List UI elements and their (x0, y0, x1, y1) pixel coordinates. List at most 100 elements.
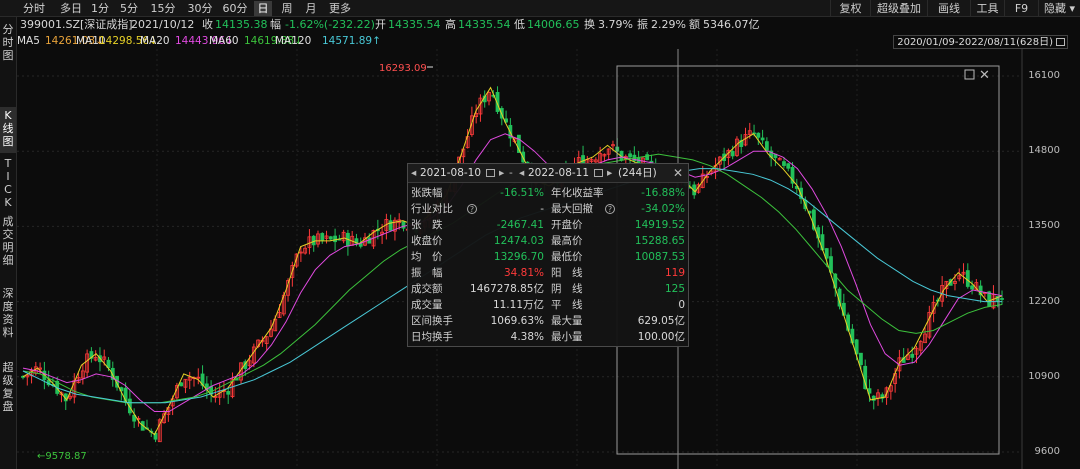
stat-value: 119 (664, 267, 685, 279)
tool-button-5[interactable]: 隐藏 ▾ (1038, 0, 1080, 17)
tab-timeframe-0[interactable]: 分时 (19, 1, 49, 16)
tab-timeframe-5[interactable]: 30分 (184, 1, 216, 16)
calendar-icon[interactable] (486, 169, 495, 177)
left-tab-0[interactable]: 分时图 (0, 21, 16, 67)
date-range-text: 2020/01/09-2022/08/11(628日) (897, 37, 1053, 48)
change-value: -1.62%(-232.22) (285, 18, 375, 31)
candle-body (910, 353, 915, 358)
stat-value: - (540, 203, 544, 215)
tool-button-3[interactable]: 工具 (970, 0, 1004, 17)
popup-row: 张 跌 -2467.41 开盘价 14919.52 (408, 218, 688, 233)
start-date[interactable]: 2021-08-10 (420, 164, 481, 182)
y-tick-label: 16100 (1028, 70, 1060, 81)
tab-timeframe-10[interactable]: 更多 (326, 1, 354, 16)
left-tab-3[interactable]: 成交明细 (0, 213, 16, 277)
left-tab-char: 度 (2, 300, 14, 313)
left-tab-2[interactable]: TICK (0, 155, 16, 209)
tab-timeframe-4[interactable]: 15分 (147, 1, 179, 16)
amount-label: 额 (689, 18, 700, 31)
popup-row: 成交量 11.11万亿平 线 0 (408, 298, 688, 313)
candle-body (756, 132, 761, 138)
left-tab-char: 复 (2, 387, 14, 400)
tab-timeframe-9[interactable]: 月 (302, 1, 320, 16)
tool-button-2[interactable]: 画线 (927, 0, 970, 17)
left-tab-char: 线 (2, 122, 14, 135)
candle-body (782, 161, 786, 166)
stat-label: 阴 线 (551, 283, 583, 295)
tab-timeframe-7[interactable]: 日 (254, 1, 272, 16)
popup-row: 区间换手 1069.63% 最大量 629.05亿 (408, 314, 688, 329)
left-tab-5[interactable]: 超级复盘 (0, 359, 16, 433)
quote-date: 2021/10/12 (131, 18, 195, 31)
candle-body (401, 221, 406, 229)
day-count: (244日) (618, 167, 657, 179)
stat-value: 125 (664, 283, 685, 295)
tab-timeframe-1[interactable]: 多日 (56, 1, 86, 16)
left-tab-char: 细 (2, 254, 14, 267)
candle-body (628, 153, 632, 158)
left-tab-char: K (4, 109, 12, 122)
stat-label: 最大量 (551, 315, 583, 327)
stat-label: 成交量 (411, 299, 443, 311)
y-tick-label: 14800 (1028, 145, 1060, 157)
stat-value: 0 (678, 299, 685, 311)
date-range-selector[interactable]: 2020/01/09-2022/08/11(628日) (893, 35, 1068, 49)
left-tab-1[interactable]: K线图 (0, 107, 16, 153)
end-date[interactable]: 2022-08-11 (528, 164, 589, 182)
left-tab-char: 明 (2, 241, 14, 254)
calendar-icon[interactable] (594, 169, 603, 177)
prev-right-icon[interactable]: ◂ (519, 164, 524, 182)
close-selection-icon[interactable]: ✕ (979, 68, 990, 83)
popup-row: 成交额 1467278.85亿阴 线 125 (408, 282, 688, 297)
stat-label: 阳 线 (551, 267, 583, 279)
popup-row: 收盘价 12474.03 最高价 15288.65 (408, 234, 688, 249)
next-left-icon[interactable]: ▸ (499, 164, 504, 182)
tab-timeframe-2[interactable]: 1分 (88, 1, 112, 16)
left-tab-char: 级 (2, 374, 14, 387)
candle-body (388, 220, 393, 231)
stat-label: 最小量 (551, 331, 583, 343)
left-tab-char: 时 (2, 36, 14, 49)
left-tab-char: 交 (2, 228, 14, 241)
y-tick-label: 10900 (1028, 370, 1060, 382)
help-icon[interactable]: ? (467, 204, 477, 214)
stat-value: 10087.53 (634, 251, 685, 263)
tool-button-4[interactable]: F9 (1004, 0, 1038, 17)
calendar-icon[interactable] (1056, 38, 1065, 46)
low-value: 14006.65 (527, 18, 580, 31)
tab-timeframe-3[interactable]: 5分 (117, 1, 141, 16)
maximize-icon[interactable] (964, 69, 975, 80)
stat-value: 14919.52 (634, 219, 685, 231)
candle-body (226, 391, 231, 395)
tool-button-1[interactable]: 超级叠加 (870, 0, 927, 17)
close-label: 收 (202, 18, 213, 31)
help-icon[interactable]: ? (605, 204, 615, 214)
interval-stats-popup: ◂ 2021-08-10 ▸ - ◂ 2022-08-11 ▸ (244日) ✕… (407, 163, 689, 347)
turnover-label: 换 (584, 18, 595, 31)
left-tab-char: C (4, 183, 12, 196)
tab-timeframe-8[interactable]: 周 (278, 1, 296, 16)
left-tab-char: T (4, 157, 12, 170)
stat-label: 区间换手 (411, 315, 453, 327)
left-tab-char: 分 (2, 23, 14, 36)
prev-left-icon[interactable]: ◂ (411, 164, 416, 182)
ma-label-4: MA120 (275, 35, 312, 47)
next-right-icon[interactable]: ▸ (607, 164, 612, 182)
left-tab-4[interactable]: 深度资料 (0, 285, 16, 351)
stat-value: 12474.03 (493, 235, 544, 247)
close-value: 14135.38 (215, 18, 268, 31)
toolbar: 分时 多日 1分 5分 15分 30分 60分日周月更多 复权 超级叠加 画线 工具 F9 隐藏 ▾ (0, 0, 1080, 17)
tab-timeframe-6[interactable]: 60分 (221, 1, 249, 16)
left-tab-char: 图 (2, 49, 14, 62)
candle-body (730, 151, 735, 157)
popup-row: 行业对比 - 最大回撤 -34.02% (408, 202, 688, 217)
popup-row: 张跌幅 -16.51% 年化收益率 -16.88% (408, 186, 688, 201)
stat-label: 均 价 (411, 251, 443, 263)
close-icon[interactable]: ✕ (673, 164, 683, 182)
change-label: 幅 (270, 18, 281, 31)
low-label: 低 (514, 18, 525, 31)
tool-button-0[interactable]: 复权 (830, 0, 870, 17)
candle-body (859, 352, 863, 366)
stat-label: 最大回撤 (551, 203, 593, 215)
open-label: 开 (375, 18, 386, 31)
